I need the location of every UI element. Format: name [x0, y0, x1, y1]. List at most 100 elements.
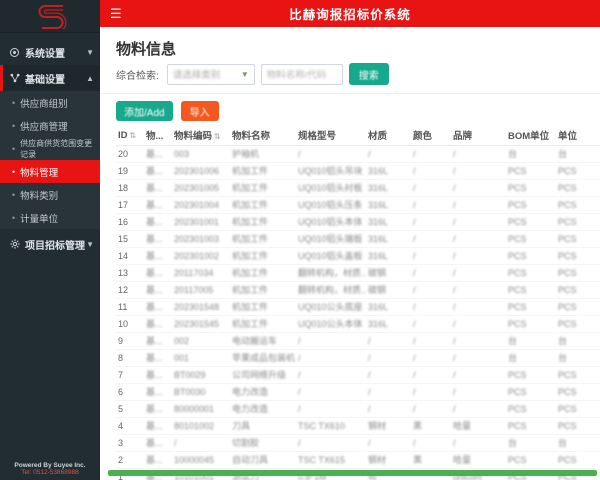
column-header: 单位 — [556, 126, 600, 146]
table-cell: / — [366, 383, 411, 401]
table-cell-value: 机加工件 — [232, 302, 269, 312]
table-cell-value: 基... — [146, 370, 163, 380]
column-header: 颜色 — [411, 126, 451, 146]
table-cell: 20117005 — [172, 281, 230, 299]
table-cell: BT0029 — [172, 366, 230, 384]
table-cell: / — [296, 383, 366, 401]
table-cell: / — [451, 213, 506, 231]
table-cell-value: 台 — [558, 438, 568, 448]
table-cell-value: UQ010铝头吊块 — [298, 166, 363, 176]
table-cell: 202301545 — [172, 315, 230, 333]
table-cell: 3 — [116, 434, 144, 452]
table-cell-value: 台 — [508, 353, 518, 363]
powered-by-text: Powered By Suyee Inc. — [14, 462, 86, 469]
horizontal-scrollbar-thumb[interactable] — [108, 470, 597, 476]
gear-icon — [8, 239, 21, 249]
sidebar-item-system-settings[interactable]: 系统设置 ▼ — [0, 39, 100, 65]
table-cell-value: 碳钢 — [368, 268, 387, 278]
table-cell: 机加工件 — [230, 213, 296, 231]
sidebar-item-basic-settings[interactable]: 基础设置 ▲ — [0, 65, 100, 91]
sidebar-item-project-bidding[interactable]: 项目招标管理 ▼ — [0, 231, 100, 257]
sidebar-item-supplier-scope-change[interactable]: • 供应商供货范围变更记录 — [0, 137, 100, 160]
import-button[interactable]: 导入 — [180, 101, 219, 121]
table-cell: 基... — [144, 451, 172, 469]
category-select[interactable]: 请选择类别 ▼ — [166, 63, 255, 85]
search-button[interactable]: 搜索 — [348, 63, 389, 85]
table-cell: 13 — [116, 264, 144, 282]
table-cell: / — [451, 145, 506, 163]
bullet-icon: • — [12, 212, 16, 223]
action-buttons: 添加/Add 导入 — [116, 101, 584, 121]
table-cell: 翻转机构，材质... — [296, 281, 366, 299]
hamburger-menu-icon[interactable]: ☰ — [100, 0, 132, 27]
table-cell: 机加工件 — [230, 179, 296, 197]
table-cell-value: PCS — [558, 250, 577, 261]
table-cell: PCS — [506, 451, 556, 469]
sidebar-submenu: • 供应商组别 • 供应商管理 • 供应商供货范围变更记录 • 物料管理 • 物… — [0, 91, 100, 229]
table-cell: 刀具 — [230, 417, 296, 435]
table-row: 19 基... 202301006 机加工件 UQ010铝头吊块 316L / / PCS PCS — [116, 162, 600, 180]
table-cell: UQ010铝头吊块 — [296, 162, 366, 180]
table-cell: / — [411, 213, 451, 231]
table-cell-value: / — [413, 216, 416, 227]
table-cell: 10 — [116, 315, 144, 333]
search-input[interactable]: 物料名称/代码 — [260, 63, 343, 85]
table-cell-value: / — [453, 301, 456, 312]
bullet-icon: • — [12, 166, 16, 177]
table-cell: 5 — [116, 400, 144, 418]
table-row: 11 基... 202301548 机加工件 UQ010公头底座 316L / / PCS PCS — [116, 298, 600, 316]
table-cell-value: 基... — [146, 217, 163, 227]
table-cell-value: 基... — [146, 387, 163, 397]
table-cell: / — [411, 315, 451, 333]
column-header[interactable]: 物料编码 ⇅ — [172, 126, 230, 146]
table-cell: 台 — [556, 434, 600, 452]
table-cell-value: / — [453, 284, 456, 295]
add-button-label: 添加/Add — [124, 107, 165, 119]
column-header-label: 物料编码 — [174, 131, 213, 143]
table-row: 5 基... 80000001 电力改造 / / / / PCS PCS — [116, 400, 600, 418]
table-cell-value: 黑 — [413, 421, 423, 431]
table-row: 3 基... / 切割胶 / / / / 台 台 — [116, 434, 600, 452]
table-cell: 机加工件 — [230, 230, 296, 248]
table-cell: 钢材 — [366, 417, 411, 435]
sort-icon[interactable]: ⇅ — [130, 131, 137, 140]
table-cell-value: PCS — [508, 267, 527, 278]
table-cell: / — [451, 349, 506, 367]
column-header[interactable]: ID ⇅ — [116, 126, 144, 146]
filter-label: 综合检索: — [116, 70, 159, 82]
table-cell-value: / — [368, 386, 371, 397]
table-cell-value: PCS — [558, 216, 577, 227]
sidebar-item-material-management[interactable]: • 物料管理 — [0, 160, 100, 183]
table-cell: UQ010铝头衬板 — [296, 179, 366, 197]
table-cell: 机加工件 — [230, 298, 296, 316]
table-cell-value: PCS — [558, 233, 577, 244]
top-header-bar: 比赫询报招标价系统 ☰ — [100, 0, 600, 27]
sidebar-item-supplier-management[interactable]: • 供应商管理 — [0, 114, 100, 137]
table-cell-value: 基... — [146, 285, 163, 295]
sidebar-item-measure-unit[interactable]: • 计量单位 — [0, 206, 100, 229]
sort-icon[interactable]: ⇅ — [214, 132, 221, 141]
table-cell: PCS — [506, 230, 556, 248]
table-cell-value: / — [413, 352, 416, 363]
table-cell-value: / — [453, 250, 456, 261]
table-cell-value: / — [298, 369, 301, 380]
table-cell: 316L — [366, 315, 411, 333]
logo[interactable] — [0, 0, 100, 33]
table-cell: PCS — [556, 179, 600, 197]
table-cell-value: 哈量 — [453, 455, 472, 465]
sidebar-item-material-category[interactable]: • 物料类别 — [0, 183, 100, 206]
add-button[interactable]: 添加/Add — [116, 101, 173, 121]
table-cell: PCS — [506, 247, 556, 265]
table-cell: / — [451, 281, 506, 299]
table-cell: 台 — [506, 332, 556, 350]
table-cell: 公司网络升级 — [230, 366, 296, 384]
table-cell: 台 — [556, 349, 600, 367]
table-cell: 哈量 — [451, 451, 506, 469]
table-cell: 机加工件 — [230, 264, 296, 282]
table-cell: 基... — [144, 281, 172, 299]
table-cell-value: UQ010公头底座 — [298, 302, 363, 312]
table-cell: 11 — [116, 298, 144, 316]
table-cell-value: / — [413, 199, 416, 210]
sidebar-item-supplier-group[interactable]: • 供应商组别 — [0, 91, 100, 114]
chevron-up-icon: ▲ — [86, 73, 94, 83]
